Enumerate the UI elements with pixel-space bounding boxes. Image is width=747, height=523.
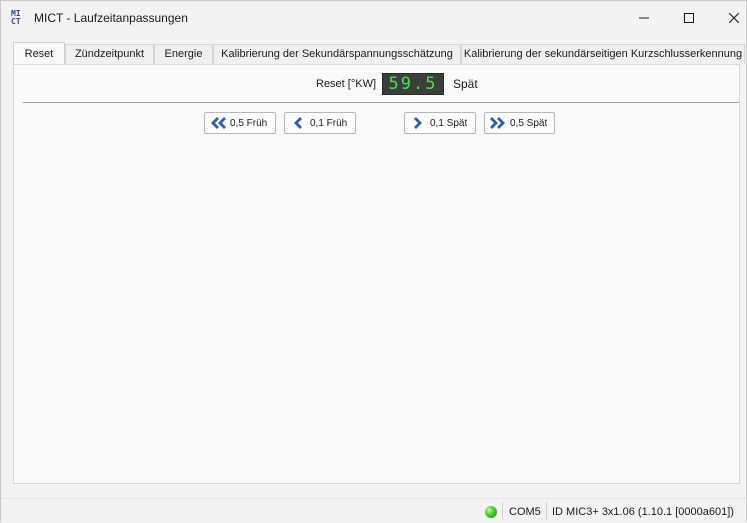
late-05-button[interactable]: 0,5 Spät [484, 112, 555, 134]
maximize-icon [684, 13, 694, 23]
app-logo-icon: MI CT [11, 9, 21, 26]
reset-label: Reset [°KW] [316, 78, 377, 90]
status-device-id: ID MIC3+ 3x1.06 (1.10.1 [0000a601]) [552, 506, 734, 518]
divider [23, 102, 739, 103]
title-bar[interactable]: MI CT MICT - Laufzeitanpassungen [1, 1, 746, 35]
late-01-label: 0,1 Spät [430, 117, 468, 129]
double-chevron-left-icon [209, 116, 227, 130]
early-05-label: 0,5 Früh [230, 117, 268, 129]
early-05-button[interactable]: 0,5 Früh [204, 112, 276, 134]
chevron-left-icon [289, 116, 307, 130]
app-window: MI CT MICT - Laufzeitanpassungen Reset Z… [0, 0, 747, 523]
tab-zuendzeitpunkt[interactable]: Zündzeitpunkt [65, 44, 154, 64]
tab-reset[interactable]: Reset [13, 42, 65, 65]
late-05-label: 0,5 Spät [510, 117, 548, 129]
tab-panel-reset [13, 64, 740, 484]
minimize-button[interactable] [621, 1, 667, 35]
tab-kalibrierung-kurzschlusserkennung[interactable]: Kalibrierung der sekundärseitigen Kurzsc… [461, 44, 745, 64]
tab-energie[interactable]: Energie [154, 44, 213, 64]
early-01-button[interactable]: 0,1 Früh [284, 112, 356, 134]
status-separator [546, 502, 547, 520]
late-01-button[interactable]: 0,1 Spät [404, 112, 476, 134]
close-icon [729, 13, 739, 23]
early-01-label: 0,1 Früh [310, 117, 348, 129]
window-title: MICT - Laufzeitanpassungen [34, 11, 188, 25]
reset-value-display: 59.5 [382, 73, 444, 95]
status-bar: COM5 ID MIC3+ 3x1.06 (1.10.1 [0000a601]) [1, 498, 746, 523]
minimize-icon [639, 17, 649, 19]
status-port: COM5 [509, 506, 541, 518]
chevron-right-icon [409, 116, 427, 130]
reset-direction-label: Spät [453, 77, 478, 91]
connection-status-led-icon [485, 506, 497, 518]
tab-kalibrierung-sekundaerspannung[interactable]: Kalibrierung der Sekundärspannungsschätz… [213, 44, 461, 64]
double-chevron-right-icon [489, 116, 507, 130]
maximize-button[interactable] [666, 1, 712, 35]
tab-bar: Reset Zündzeitpunkt Energie Kalibrierung… [13, 42, 745, 65]
status-separator [502, 502, 503, 520]
close-button[interactable] [711, 1, 747, 35]
